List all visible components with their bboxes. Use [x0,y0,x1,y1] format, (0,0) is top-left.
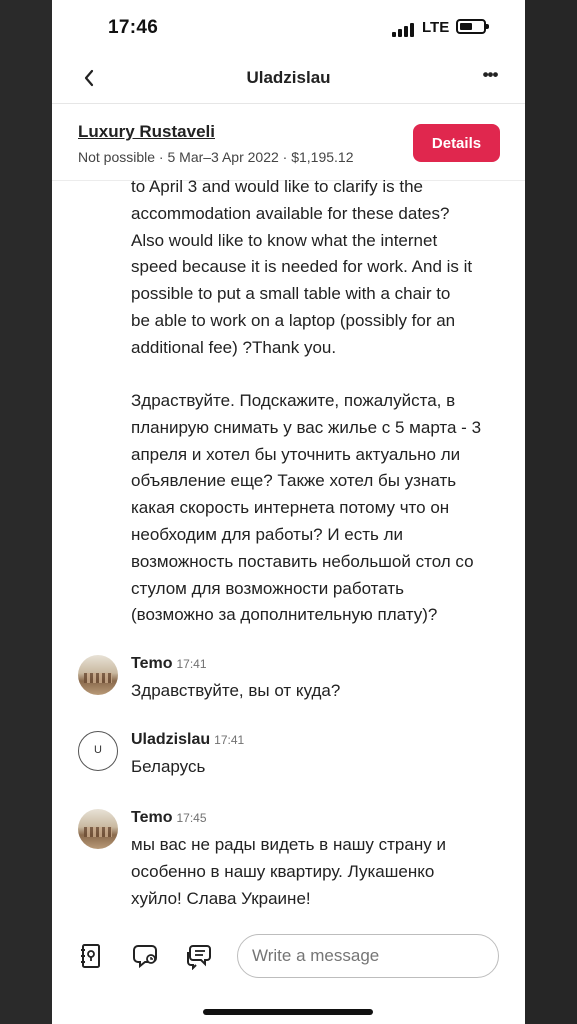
listing-name-link[interactable]: Luxury Rustaveli [78,122,215,142]
battery-icon [456,19,489,34]
home-indicator[interactable] [203,1009,373,1015]
message-text-russian: Здраствуйте. Подскажите, пожалуйста, в п… [131,391,482,625]
more-horizontal-icon[interactable]: ••• [476,65,504,89]
status-bar: 17:46 LTE [52,0,525,56]
avatar[interactable] [78,809,118,849]
message-composer [52,930,525,986]
avatar[interactable]: U [78,731,118,771]
navigation-bar: Uladzislau ••• [52,56,525,104]
avatar[interactable] [78,655,118,695]
status-time: 17:46 [108,17,159,38]
message-text: Беларусь [131,757,206,776]
reservation-summary: Not possible · 5 Mar–3 Apr 2022 · $1,195… [78,149,354,165]
listing-header: Luxury Rustaveli Not possible · 5 Mar–3 … [52,105,525,181]
message-time: 17:41 [214,733,245,747]
message-input[interactable] [237,934,499,978]
message-author: Temo 17:45 [131,809,207,826]
message-time: 17:41 [176,657,207,671]
message-author: Temo 17:41 [131,655,207,672]
network-type: LTE [422,19,450,36]
message-time: 17:45 [176,811,207,825]
message-text: Здравствуйте, вы от куда? [131,681,341,700]
message-text: мы вас не рады видеть в нашу страну и ос… [131,835,446,908]
itinerary-icon[interactable] [78,942,106,970]
translate-icon[interactable] [185,942,213,971]
phone-screen: 17:46 LTE Uladzislau ••• Luxury Rustavel… [52,0,525,1024]
message-author: Uladzislau 17:41 [131,731,245,748]
page-title: Uladzislau [246,68,331,87]
message-text-english: to April 3 and would like to clarify is … [131,177,473,357]
signal-icon [392,21,416,37]
background-right [525,0,577,1024]
quick-reply-icon[interactable] [132,942,160,970]
details-button[interactable]: Details [413,124,500,162]
background-left [0,0,52,1024]
